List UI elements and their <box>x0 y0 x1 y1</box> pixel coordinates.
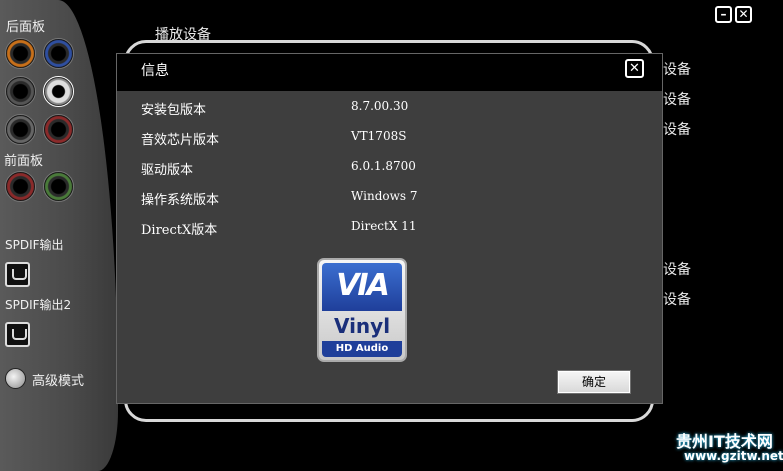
watermark: 贵州IT技术网 www.gzitw.net <box>660 428 783 471</box>
rear-jack-orange[interactable] <box>5 38 36 69</box>
front-jack-red[interactable] <box>5 171 36 202</box>
rear-jack-black[interactable] <box>5 76 36 107</box>
rear-panel-label: 后面板 <box>6 20 46 35</box>
front-panel-label: 前面板 <box>4 154 44 169</box>
device-label: 设备 <box>663 62 691 78</box>
dialog-close-button[interactable]: ✕ <box>625 59 644 78</box>
dialog-header: 信息 ✕ <box>117 54 662 91</box>
close-button[interactable]: ✕ <box>735 6 752 23</box>
spdif-out-label: SPDIF输出 <box>5 238 64 252</box>
dialog-title: 信息 <box>141 63 169 79</box>
via-vinyl-logo: VIA Vinyl HD Audio <box>317 258 407 362</box>
info-row-os-version: 操作系统版本 Windows 7 <box>117 189 662 211</box>
minimize-button[interactable]: – <box>715 6 732 23</box>
spdif-out2-label: SPDIF输出2 <box>5 298 72 312</box>
ok-button[interactable]: 确定 <box>557 370 631 394</box>
rear-jack-red[interactable] <box>43 114 74 145</box>
info-label: 安装包版本 <box>141 103 207 118</box>
info-label: 操作系统版本 <box>141 193 220 208</box>
info-label: 驱动版本 <box>141 163 194 178</box>
info-value: DirectX 11 <box>351 219 417 233</box>
device-label: 设备 <box>663 262 691 278</box>
info-label: DirectX版本 <box>141 223 218 238</box>
device-label: 设备 <box>663 92 691 108</box>
info-dialog: 信息 ✕ 安装包版本 8.7.00.30 音效芯片版本 VT1708S 驱动版本… <box>116 53 663 404</box>
rear-jack-gray[interactable] <box>5 114 36 145</box>
front-jack-green[interactable] <box>43 171 74 202</box>
info-value: 8.7.00.30 <box>351 99 409 113</box>
rear-jack-blue[interactable] <box>43 38 74 69</box>
spdif-out2-icon[interactable] <box>5 322 30 347</box>
logo-subtitle: HD Audio <box>322 341 402 357</box>
spdif-out-icon[interactable] <box>5 262 30 287</box>
advanced-mode-radio[interactable] <box>5 368 26 389</box>
rear-jack-selected[interactable] <box>43 76 74 107</box>
advanced-mode-label: 高级模式 <box>32 374 85 389</box>
info-label: 音效芯片版本 <box>141 133 220 148</box>
info-row-directx-version: DirectX版本 DirectX 11 <box>117 219 662 241</box>
info-value: Windows 7 <box>351 189 418 203</box>
info-row-chip-version: 音效芯片版本 VT1708S <box>117 129 662 151</box>
device-label: 设备 <box>663 292 691 308</box>
logo-brand: VIA <box>322 263 402 311</box>
info-row-driver-version: 驱动版本 6.0.1.8700 <box>117 159 662 181</box>
info-value: 6.0.1.8700 <box>351 159 416 173</box>
info-value: VT1708S <box>351 129 407 143</box>
watermark-url: www.gzitw.net <box>684 449 783 463</box>
info-row-package-version: 安装包版本 8.7.00.30 <box>117 99 662 121</box>
device-label: 设备 <box>663 122 691 138</box>
logo-product: Vinyl <box>333 314 391 338</box>
